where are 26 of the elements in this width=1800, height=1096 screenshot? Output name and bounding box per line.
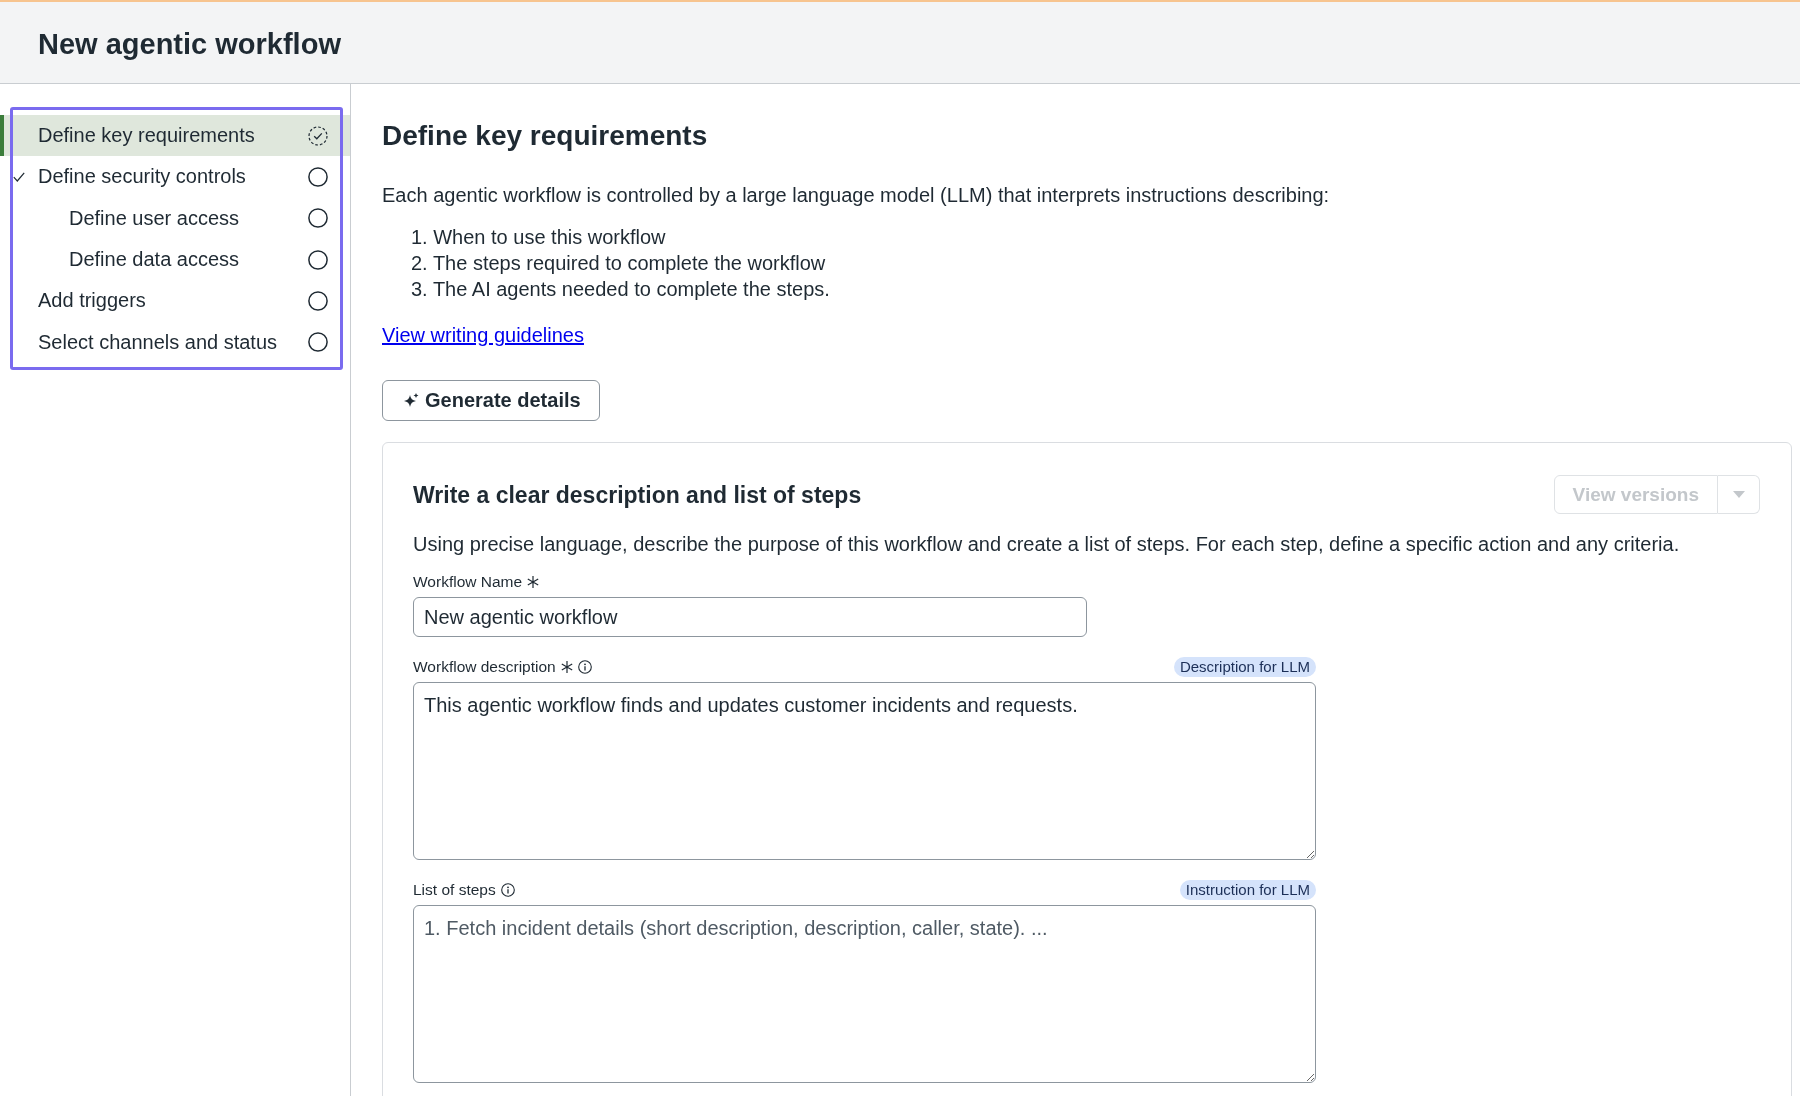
intro-text: Each agentic workflow is controlled by a large language model (LLM) that interprets instructions describing: [382,183,1330,208]
sparkle-icon [404,393,419,408]
generate-button[interactable]: Generate details [382,380,600,421]
field-label: List of steps [413,880,496,900]
llm-tag: Instruction for LLM [1179,880,1316,900]
text-input[interactable]: New agentic workflow [413,597,1087,637]
nav-item[interactable]: Define key requirements [0,115,350,157]
list-item: 1. When to use this workflow [411,225,666,250]
guidelines-link[interactable]: View writing guidelines [382,322,584,348]
nav-item[interactable]: Define security controls [0,156,350,198]
text-area-field[interactable]: This agentic workflow finds and updates customer incidents and requests. [413,682,1316,860]
nav-item[interactable]: Define data access [0,238,350,281]
card-title: Write a clear description and list of steps [413,480,862,510]
page-title: New agentic workflow [38,26,341,62]
nav-item[interactable]: Select channels and status [0,321,350,363]
section-heading: Define key requirements [382,119,708,153]
llm-tag: Description for LLM [1173,657,1316,677]
list-item: 3. The AI agents needed to complete the steps. [411,277,830,302]
field-label: Workflow description [413,657,556,677]
nav-item[interactable]: Add triggers [0,280,350,322]
caret-down-icon [1732,491,1745,498]
nav-item[interactable]: Define user access [0,197,350,239]
list-item: 2. The steps required to complete the workflow [411,251,826,276]
card-description: Using precise language, describe the purpose of this workflow and create a list of steps. For each step, define a specific action and any criteria. [413,532,1681,557]
field-label: Workflow Name [413,572,523,592]
text-area-field[interactable]: 1. Fetch incident details (short description, description, caller, state). ... [413,905,1316,1083]
